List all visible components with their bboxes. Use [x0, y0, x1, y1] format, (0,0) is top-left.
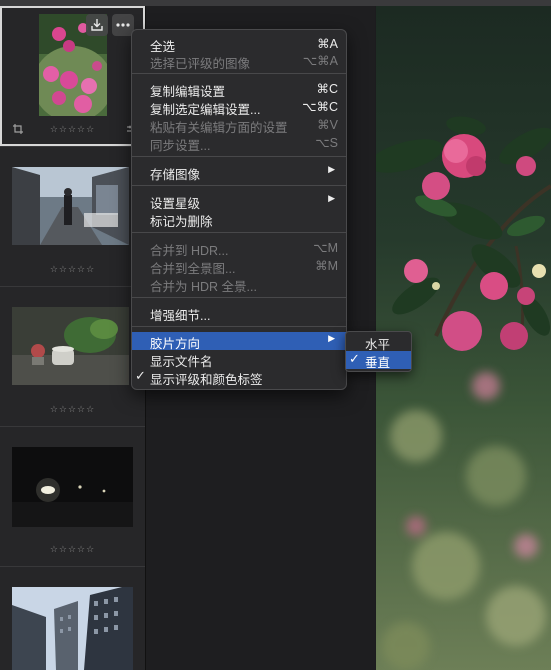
- menu-item-merge-hdr: 合并到 HDR... ⌥M: [132, 239, 346, 258]
- filmstrip[interactable]: ☆☆☆☆☆ ☆☆☆☆☆ ☆☆☆☆☆ ☆☆☆☆☆: [0, 6, 146, 670]
- star-rating[interactable]: ☆☆☆☆☆: [0, 124, 145, 135]
- context-menu: 全选 ⌘A 选择已评级的图像 ⌥⌘A 复制编辑设置 ⌘C 复制选定编辑设置...…: [131, 29, 347, 390]
- menu-item-select-rated: 选择已评级的图像 ⌥⌘A: [132, 52, 346, 71]
- menu-item-show-ratings-labels[interactable]: ✓ 显示评级和颜色标签: [132, 368, 346, 387]
- thumbnail-buildings[interactable]: [12, 587, 133, 670]
- download-tray-icon: [91, 19, 103, 31]
- menu-item-enhance-details[interactable]: 增强细节...: [132, 304, 346, 323]
- filmstrip-cell[interactable]: ☆☆☆☆☆: [0, 286, 145, 427]
- filmstrip-cell[interactable]: [0, 566, 145, 670]
- menu-item-select-all[interactable]: 全选 ⌘A: [132, 35, 346, 54]
- menu-item-filmstrip-orientation[interactable]: 胶片方向 ▶: [132, 332, 346, 351]
- filmstrip-cell-selected[interactable]: ☆☆☆☆☆: [0, 6, 145, 147]
- star-rating[interactable]: ☆☆☆☆☆: [0, 544, 145, 555]
- menu-separator: [132, 297, 346, 298]
- menu-item-label: 垂直: [365, 356, 391, 370]
- menu-item-shortcut: ⌘A: [317, 37, 338, 51]
- menu-item-label: 显示评级和颜色标签: [150, 373, 263, 387]
- submenu-arrow-icon: ▶: [328, 193, 335, 203]
- thumbnail-stone-bowl[interactable]: [12, 307, 129, 385]
- menu-item-save-image[interactable]: 存储图像 ▶: [132, 163, 346, 182]
- menu-item-copy-selected-settings[interactable]: 复制选定编辑设置... ⌥⌘C: [132, 98, 346, 117]
- submenu-arrow-icon: ▶: [328, 333, 335, 343]
- submenu-item-horizontal[interactable]: 水平: [346, 333, 411, 352]
- ellipsis-icon: [116, 23, 130, 27]
- filmstrip-cell[interactable]: ☆☆☆☆☆: [0, 426, 145, 567]
- orientation-submenu: 水平 ✓ 垂直: [345, 331, 412, 372]
- star-rating[interactable]: ☆☆☆☆☆: [0, 404, 145, 415]
- menu-item-copy-edit-settings[interactable]: 复制编辑设置 ⌘C: [132, 80, 346, 99]
- filmstrip-cell[interactable]: ☆☆☆☆☆: [0, 146, 145, 287]
- star-rating[interactable]: ☆☆☆☆☆: [0, 264, 145, 275]
- menu-item-sync-settings: 同步设置... ⌥S: [132, 134, 346, 153]
- thumbnail-night[interactable]: [12, 447, 133, 527]
- submenu-item-vertical[interactable]: ✓ 垂直: [346, 351, 411, 370]
- submenu-arrow-icon: ▶: [328, 164, 335, 174]
- menu-separator: [132, 185, 346, 186]
- checkmark-icon: ✓: [135, 368, 146, 383]
- menu-item-paste-settings: 粘贴有关编辑方面的设置 ⌘V: [132, 116, 346, 135]
- export-button[interactable]: [86, 14, 108, 36]
- menu-item-label: 合并为 HDR 全景...: [150, 280, 257, 294]
- thumbnail-street[interactable]: [12, 167, 129, 245]
- menu-item-show-filename[interactable]: 显示文件名: [132, 350, 346, 369]
- menu-item-shortcut: ⌘V: [317, 118, 338, 132]
- menu-item-label: 增强细节...: [150, 309, 211, 323]
- menu-item-shortcut: ⌥M: [313, 241, 338, 255]
- menu-item-mark-for-deletion[interactable]: 标记为删除: [132, 210, 346, 229]
- menu-separator: [132, 73, 346, 74]
- menu-item-shortcut: ⌘M: [315, 259, 338, 273]
- menu-separator: [132, 232, 346, 233]
- menu-item-label: 同步设置...: [150, 139, 211, 153]
- menu-item-shortcut: ⌘C: [316, 82, 338, 96]
- menu-separator: [132, 156, 346, 157]
- menu-item-merge-panorama: 合并到全景图... ⌘M: [132, 257, 346, 276]
- menu-item-label: 存储图像: [150, 168, 201, 182]
- menu-item-shortcut: ⌥⌘C: [302, 100, 338, 114]
- menu-item-label: 标记为删除: [150, 215, 213, 229]
- menu-item-set-rating[interactable]: 设置星级 ▶: [132, 192, 346, 211]
- menu-item-shortcut: ⌥S: [315, 136, 338, 150]
- menu-item-shortcut: ⌥⌘A: [302, 54, 338, 68]
- menu-item-label: 选择已评级的图像: [150, 57, 251, 71]
- checkmark-icon: ✓: [349, 351, 360, 366]
- menu-item-merge-hdr-panorama: 合并为 HDR 全景...: [132, 275, 346, 294]
- menu-separator: [132, 326, 346, 327]
